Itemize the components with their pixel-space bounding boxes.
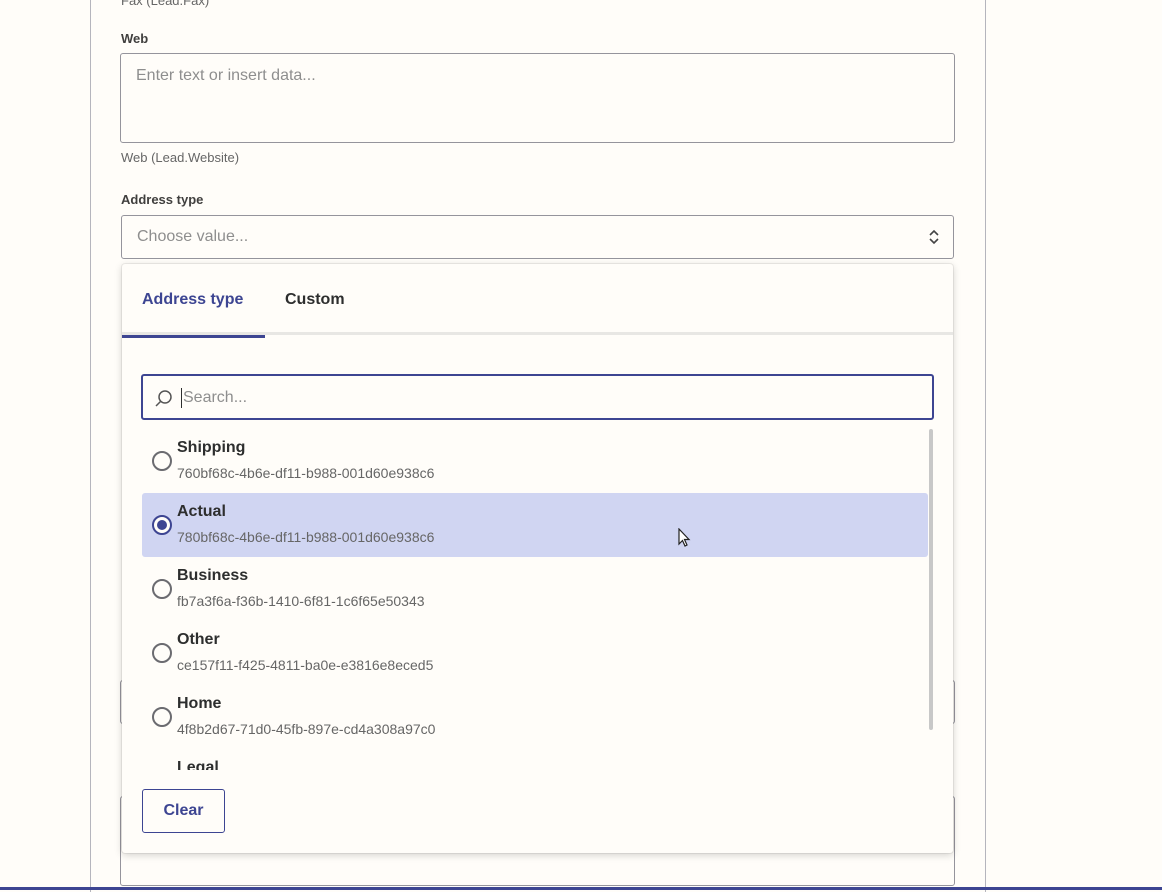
option-id: 4f8b2d67-71d0-45fb-897e-cd4a308a97c0 xyxy=(177,721,436,737)
option-name: Actual xyxy=(177,503,226,520)
radio-button-checked[interactable] xyxy=(152,515,172,535)
tab-custom[interactable]: Custom xyxy=(285,264,355,335)
option-id: ce157f11-f425-4811-ba0e-e3816e8eced5 xyxy=(177,657,434,673)
option-id: fb7a3f6a-f36b-1410-6f81-1c6f65e50343 xyxy=(177,593,425,609)
radio-button[interactable] xyxy=(152,579,172,599)
clear-button[interactable]: Clear xyxy=(142,789,225,833)
active-tab-indicator xyxy=(122,335,265,338)
text-caret xyxy=(181,388,182,408)
option-shipping[interactable]: Shipping 760bf68c-4b6e-df11-b988-001d60e… xyxy=(142,429,928,493)
radio-button[interactable] xyxy=(152,643,172,663)
up-down-chevron-icon xyxy=(929,229,939,245)
radio-button[interactable] xyxy=(152,451,172,471)
option-actual[interactable]: Actual 780bf68c-4b6e-df11-b988-001d60e93… xyxy=(142,493,928,557)
option-other[interactable]: Other ce157f11-f425-4811-ba0e-e3816e8ece… xyxy=(142,621,928,685)
web-input[interactable]: Enter text or insert data... xyxy=(120,53,955,143)
web-input-placeholder: Enter text or insert data... xyxy=(136,67,316,84)
list-scrollbar[interactable] xyxy=(929,429,933,730)
dropdown-tabs: Address type Custom xyxy=(122,264,953,338)
web-label: Web xyxy=(121,31,149,46)
tab-custom-label: Custom xyxy=(285,291,345,308)
radio-button[interactable] xyxy=(152,707,172,727)
option-name: Business xyxy=(177,567,249,584)
option-name: Shipping xyxy=(177,439,246,456)
option-name: Other xyxy=(177,631,220,648)
option-id: 780bf68c-4b6e-df11-b988-001d60e938c6 xyxy=(177,529,435,545)
tab-address-type[interactable]: Address type xyxy=(122,264,265,338)
tab-address-type-label: Address type xyxy=(142,291,244,308)
option-name: Home xyxy=(177,695,222,712)
options-list[interactable]: Shipping 760bf68c-4b6e-df11-b988-001d60e… xyxy=(122,429,953,770)
address-type-label: Address type xyxy=(121,192,204,207)
option-name: Legal xyxy=(177,759,219,770)
address-type-placeholder: Choose value... xyxy=(137,228,249,245)
option-legal[interactable]: Legal xyxy=(142,749,928,770)
option-id: 760bf68c-4b6e-df11-b988-001d60e938c6 xyxy=(177,465,435,481)
fax-helper-text: Fax (Lead.Fax) xyxy=(121,0,210,8)
option-home[interactable]: Home 4f8b2d67-71d0-45fb-897e-cd4a308a97c… xyxy=(142,685,928,749)
search-icon xyxy=(155,390,172,407)
address-type-select[interactable]: Choose value... xyxy=(121,215,954,259)
search-input[interactable] xyxy=(183,385,923,411)
address-type-dropdown: Address type Custom Shipping 760bf68c-4b… xyxy=(122,264,953,853)
mouse-cursor-icon xyxy=(678,528,691,547)
search-box[interactable] xyxy=(141,374,934,420)
option-business[interactable]: Business fb7a3f6a-f36b-1410-6f81-1c6f65e… xyxy=(142,557,928,621)
web-helper-text: Web (Lead.Website) xyxy=(121,150,240,165)
